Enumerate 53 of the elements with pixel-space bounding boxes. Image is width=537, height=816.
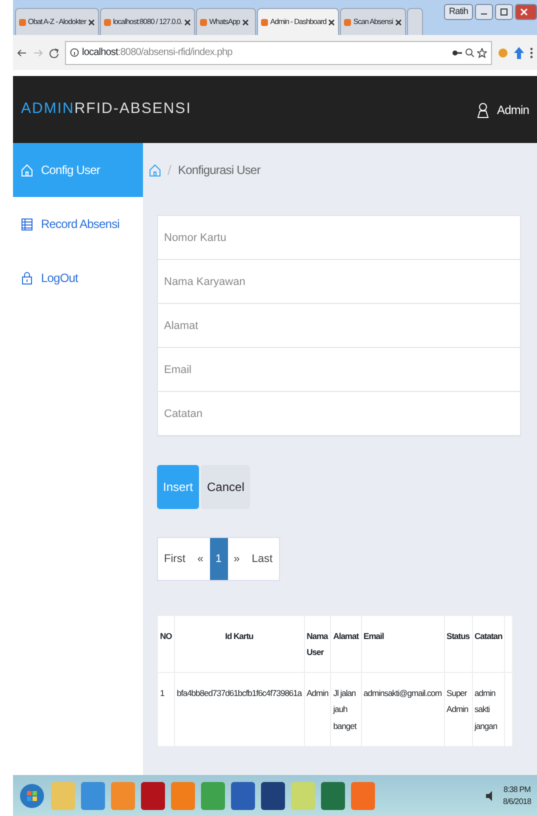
home-icon — [149, 164, 161, 176]
close-icon — [242, 18, 249, 26]
close-icon — [328, 18, 336, 26]
extension-icon — [498, 46, 508, 58]
user-menu[interactable]: Admin — [476, 100, 529, 118]
zoom-icon — [465, 48, 474, 57]
column-header: Email — [361, 616, 444, 673]
key-icon — [452, 48, 462, 56]
breadcrumb-item: Konfigurasi User — [178, 162, 260, 179]
clock-text[interactable]: 8:38 PM 8/6/2018 — [503, 784, 531, 807]
column-header: Catatan — [472, 616, 505, 673]
url-text: localhost:8080/absensi-rfid/index.php — [82, 46, 232, 60]
table-cell: 1 — [158, 672, 174, 746]
column-header: Id Kartu — [174, 616, 304, 673]
home-icon — [21, 164, 33, 176]
sidebar-item[interactable]: Record Absensi — [13, 197, 143, 251]
close-icon — [88, 18, 95, 26]
lock-icon — [21, 272, 33, 284]
back-icon — [17, 48, 27, 58]
address-field[interactable]: localhost:8080/absensi-rfid/index.php — [65, 40, 492, 64]
start-icon — [19, 782, 45, 808]
user-icon — [476, 102, 489, 118]
brand-logo[interactable]: ADMINRFID-ABSENSI — [21, 98, 192, 121]
new-tab-button[interactable] — [406, 8, 423, 35]
close-button[interactable] — [515, 4, 537, 20]
reload-icon — [49, 48, 59, 58]
upload-icon — [514, 46, 524, 58]
table-cell: Admin — [304, 672, 331, 746]
menu-icon — [530, 46, 533, 58]
column-header: NO — [158, 616, 174, 673]
column-header: Status — [444, 616, 472, 673]
forward-icon — [33, 48, 43, 58]
minimize-button[interactable] — [475, 4, 493, 20]
table-cell: adminsakti@gmail.com — [361, 672, 444, 746]
table-cell: Jl jalan jauh banget — [330, 672, 362, 746]
table-cell: admin sakti jangan — [472, 672, 505, 746]
maximize-button[interactable] — [495, 4, 513, 20]
info-icon — [70, 48, 79, 57]
cancel-button[interactable]: Cancel — [201, 465, 250, 509]
table-cell: bfa4bb8ed737d61bcfb1f6c4f739861a — [174, 672, 304, 746]
star-icon — [477, 48, 487, 58]
close-icon — [520, 8, 528, 16]
column-header: Alamat — [330, 616, 362, 673]
sidebar-item[interactable]: LogOut — [13, 251, 143, 305]
maximize-icon — [500, 8, 508, 16]
page-link[interactable]: 1 — [210, 538, 228, 580]
close-icon — [184, 18, 192, 26]
separator-icon — [167, 164, 172, 176]
profile-button[interactable]: Ratih — [444, 4, 473, 20]
column-header: Nama User — [304, 616, 331, 673]
table-cell: Super Admin — [444, 672, 472, 746]
close-icon — [394, 18, 402, 26]
table-icon — [21, 218, 33, 230]
